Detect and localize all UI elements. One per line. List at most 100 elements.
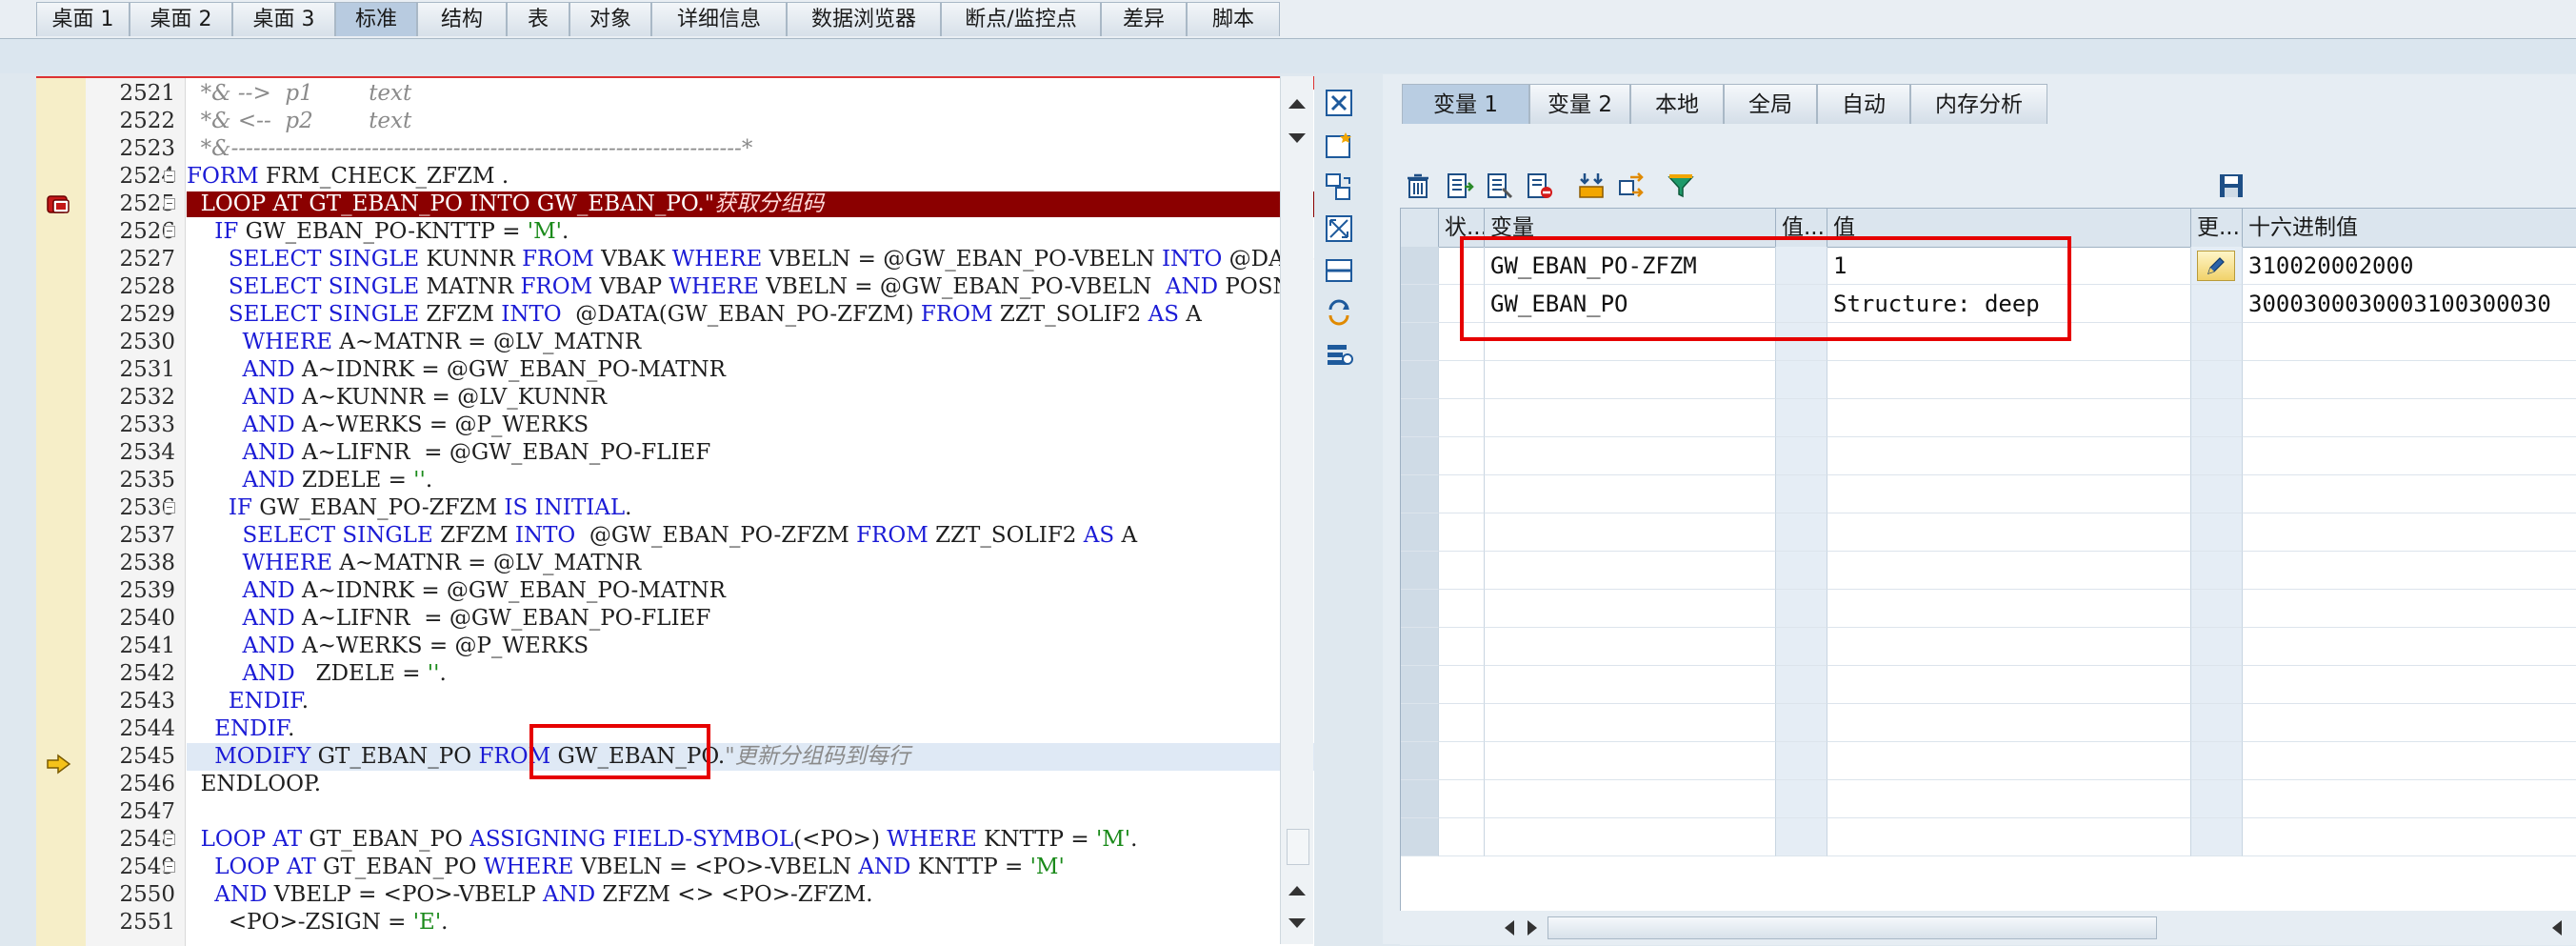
table-row[interactable] (1401, 704, 2576, 742)
edit-cell[interactable] (2191, 590, 2243, 628)
variables-tab-1[interactable]: 变量 2 (1529, 84, 1630, 124)
hex-cell[interactable] (2243, 780, 2576, 818)
code-line[interactable]: 2522 *& <-- p2 text (36, 108, 1274, 135)
code-line[interactable]: 2543 ENDIF. (36, 688, 1274, 715)
scroll-down-icon[interactable] (1288, 133, 1306, 143)
row-selector[interactable] (1401, 780, 1439, 818)
fold-toggle-icon[interactable] (164, 861, 175, 873)
variable-cell[interactable] (1485, 437, 1776, 475)
grid-header-cell[interactable]: 十六进制值 (2243, 209, 2576, 247)
fold-toggle-icon[interactable] (164, 834, 175, 845)
value-type-cell[interactable] (1776, 818, 1827, 856)
top-tab-5[interactable]: 表 (507, 2, 569, 36)
edit-cell[interactable] (2191, 247, 2243, 285)
fold-toggle-icon[interactable] (164, 226, 175, 237)
row-selector[interactable] (1401, 475, 1439, 513)
hex-cell[interactable]: 310020002000 (2243, 247, 2576, 285)
table-row[interactable] (1401, 361, 2576, 399)
status-cell[interactable] (1439, 818, 1485, 856)
code-line[interactable]: 2530 WHERE A~MATNR = @LV_MATNR (36, 329, 1274, 356)
value-cell[interactable] (1827, 666, 2191, 704)
value-type-cell[interactable] (1776, 704, 1827, 742)
code-line[interactable]: 2532 AND A~KUNNR = @LV_KUNNR (36, 384, 1274, 412)
hex-cell[interactable] (2243, 590, 2576, 628)
row-selector[interactable] (1401, 399, 1439, 437)
value-type-cell[interactable] (1776, 590, 1827, 628)
close-view-icon[interactable] (1320, 86, 1358, 120)
code-line[interactable]: 2547 (36, 798, 1274, 826)
editor-vertical-scrollbar[interactable] (1280, 76, 1313, 944)
variables-tab-3[interactable]: 全局 (1724, 84, 1817, 124)
code-line[interactable]: 2528 SELECT SINGLE MATNR FROM VBAP WHERE… (36, 273, 1308, 301)
insert-row-icon[interactable] (1442, 168, 1478, 204)
edit-cell[interactable] (2191, 818, 2243, 856)
expand-collapse-icon[interactable] (1573, 168, 1609, 204)
code-line[interactable]: 2521 *& --> p1 text (36, 80, 1274, 108)
table-row[interactable] (1401, 780, 2576, 818)
top-tab-8[interactable]: 数据浏览器 (787, 2, 941, 36)
code-line[interactable]: 2531 AND A~IDNRK = @GW_EBAN_PO-MATNR (36, 356, 1274, 384)
row-selector[interactable] (1401, 628, 1439, 666)
code-line[interactable]: 2541 AND A~WERKS = @P_WERKS (36, 633, 1274, 660)
value-type-cell[interactable] (1776, 437, 1827, 475)
value-cell[interactable] (1827, 513, 2191, 552)
code-line[interactable]: 2539 AND A~IDNRK = @GW_EBAN_PO-MATNR (36, 577, 1274, 605)
variable-cell[interactable] (1485, 780, 1776, 818)
code-line[interactable]: 2536 IF GW_EBAN_PO-ZFZM IS INITIAL. (36, 494, 1274, 522)
scroll-down-icon-bottom[interactable] (1288, 918, 1306, 928)
status-cell[interactable] (1439, 513, 1485, 552)
top-tab-10[interactable]: 差异 (1101, 2, 1187, 36)
variable-cell[interactable] (1485, 666, 1776, 704)
row-selector[interactable] (1401, 513, 1439, 552)
scroll-left-icon-end[interactable] (2552, 920, 2562, 936)
variable-cell[interactable] (1485, 552, 1776, 590)
status-cell[interactable] (1439, 780, 1485, 818)
hex-cell[interactable] (2243, 666, 2576, 704)
table-row[interactable] (1401, 437, 2576, 475)
delete-icon[interactable] (1400, 168, 1436, 204)
value-cell[interactable] (1827, 399, 2191, 437)
scroll-left-icon[interactable] (1505, 920, 1514, 936)
variables-tab-2[interactable]: 本地 (1630, 84, 1724, 124)
row-selector[interactable] (1401, 590, 1439, 628)
variable-cell[interactable] (1485, 475, 1776, 513)
table-row[interactable] (1401, 628, 2576, 666)
row-selector[interactable] (1401, 361, 1439, 399)
value-type-cell[interactable] (1776, 552, 1827, 590)
code-line[interactable]: 2526 IF GW_EBAN_PO-KNTTP = 'M'. (36, 218, 1274, 246)
top-tab-9[interactable]: 断点/监控点 (941, 2, 1101, 36)
row-selector[interactable] (1401, 666, 1439, 704)
value-cell[interactable] (1827, 742, 2191, 780)
value-cell[interactable] (1827, 437, 2191, 475)
value-cell[interactable] (1827, 704, 2191, 742)
status-cell[interactable] (1439, 552, 1485, 590)
hex-cell[interactable] (2243, 513, 2576, 552)
row-selector[interactable] (1401, 247, 1439, 285)
row-selector[interactable] (1401, 437, 1439, 475)
status-cell[interactable] (1439, 475, 1485, 513)
value-type-cell[interactable] (1776, 780, 1827, 818)
table-row[interactable] (1401, 742, 2576, 780)
row-selector[interactable] (1401, 818, 1439, 856)
edit-cell[interactable] (2191, 666, 2243, 704)
settings-tool-icon[interactable] (1320, 337, 1358, 372)
code-line[interactable]: 2529 SELECT SINGLE ZFZM INTO @DATA(GW_EB… (36, 301, 1274, 329)
split-view-icon[interactable] (1320, 253, 1358, 288)
save-icon[interactable] (2213, 168, 2249, 204)
code-line[interactable]: 2550 AND VBELP = <PO>-VBELP AND ZFZM <> … (36, 881, 1274, 909)
value-cell[interactable] (1827, 475, 2191, 513)
value-cell[interactable] (1827, 552, 2191, 590)
value-cell[interactable] (1827, 780, 2191, 818)
value-type-cell[interactable] (1776, 361, 1827, 399)
code-line[interactable]: 2535 AND ZDELE = ''. (36, 467, 1274, 494)
edit-cell[interactable] (2191, 285, 2243, 323)
value-cell[interactable] (1827, 361, 2191, 399)
variable-cell[interactable] (1485, 361, 1776, 399)
variable-cell[interactable] (1485, 742, 1776, 780)
pencil-icon[interactable] (2197, 251, 2235, 281)
code-line[interactable]: 2540 AND A~LIFNR = @GW_EBAN_PO-FLIEF (36, 605, 1274, 633)
variable-cell[interactable] (1485, 399, 1776, 437)
edit-cell[interactable] (2191, 704, 2243, 742)
edit-cell[interactable] (2191, 361, 2243, 399)
hex-cell[interactable] (2243, 742, 2576, 780)
